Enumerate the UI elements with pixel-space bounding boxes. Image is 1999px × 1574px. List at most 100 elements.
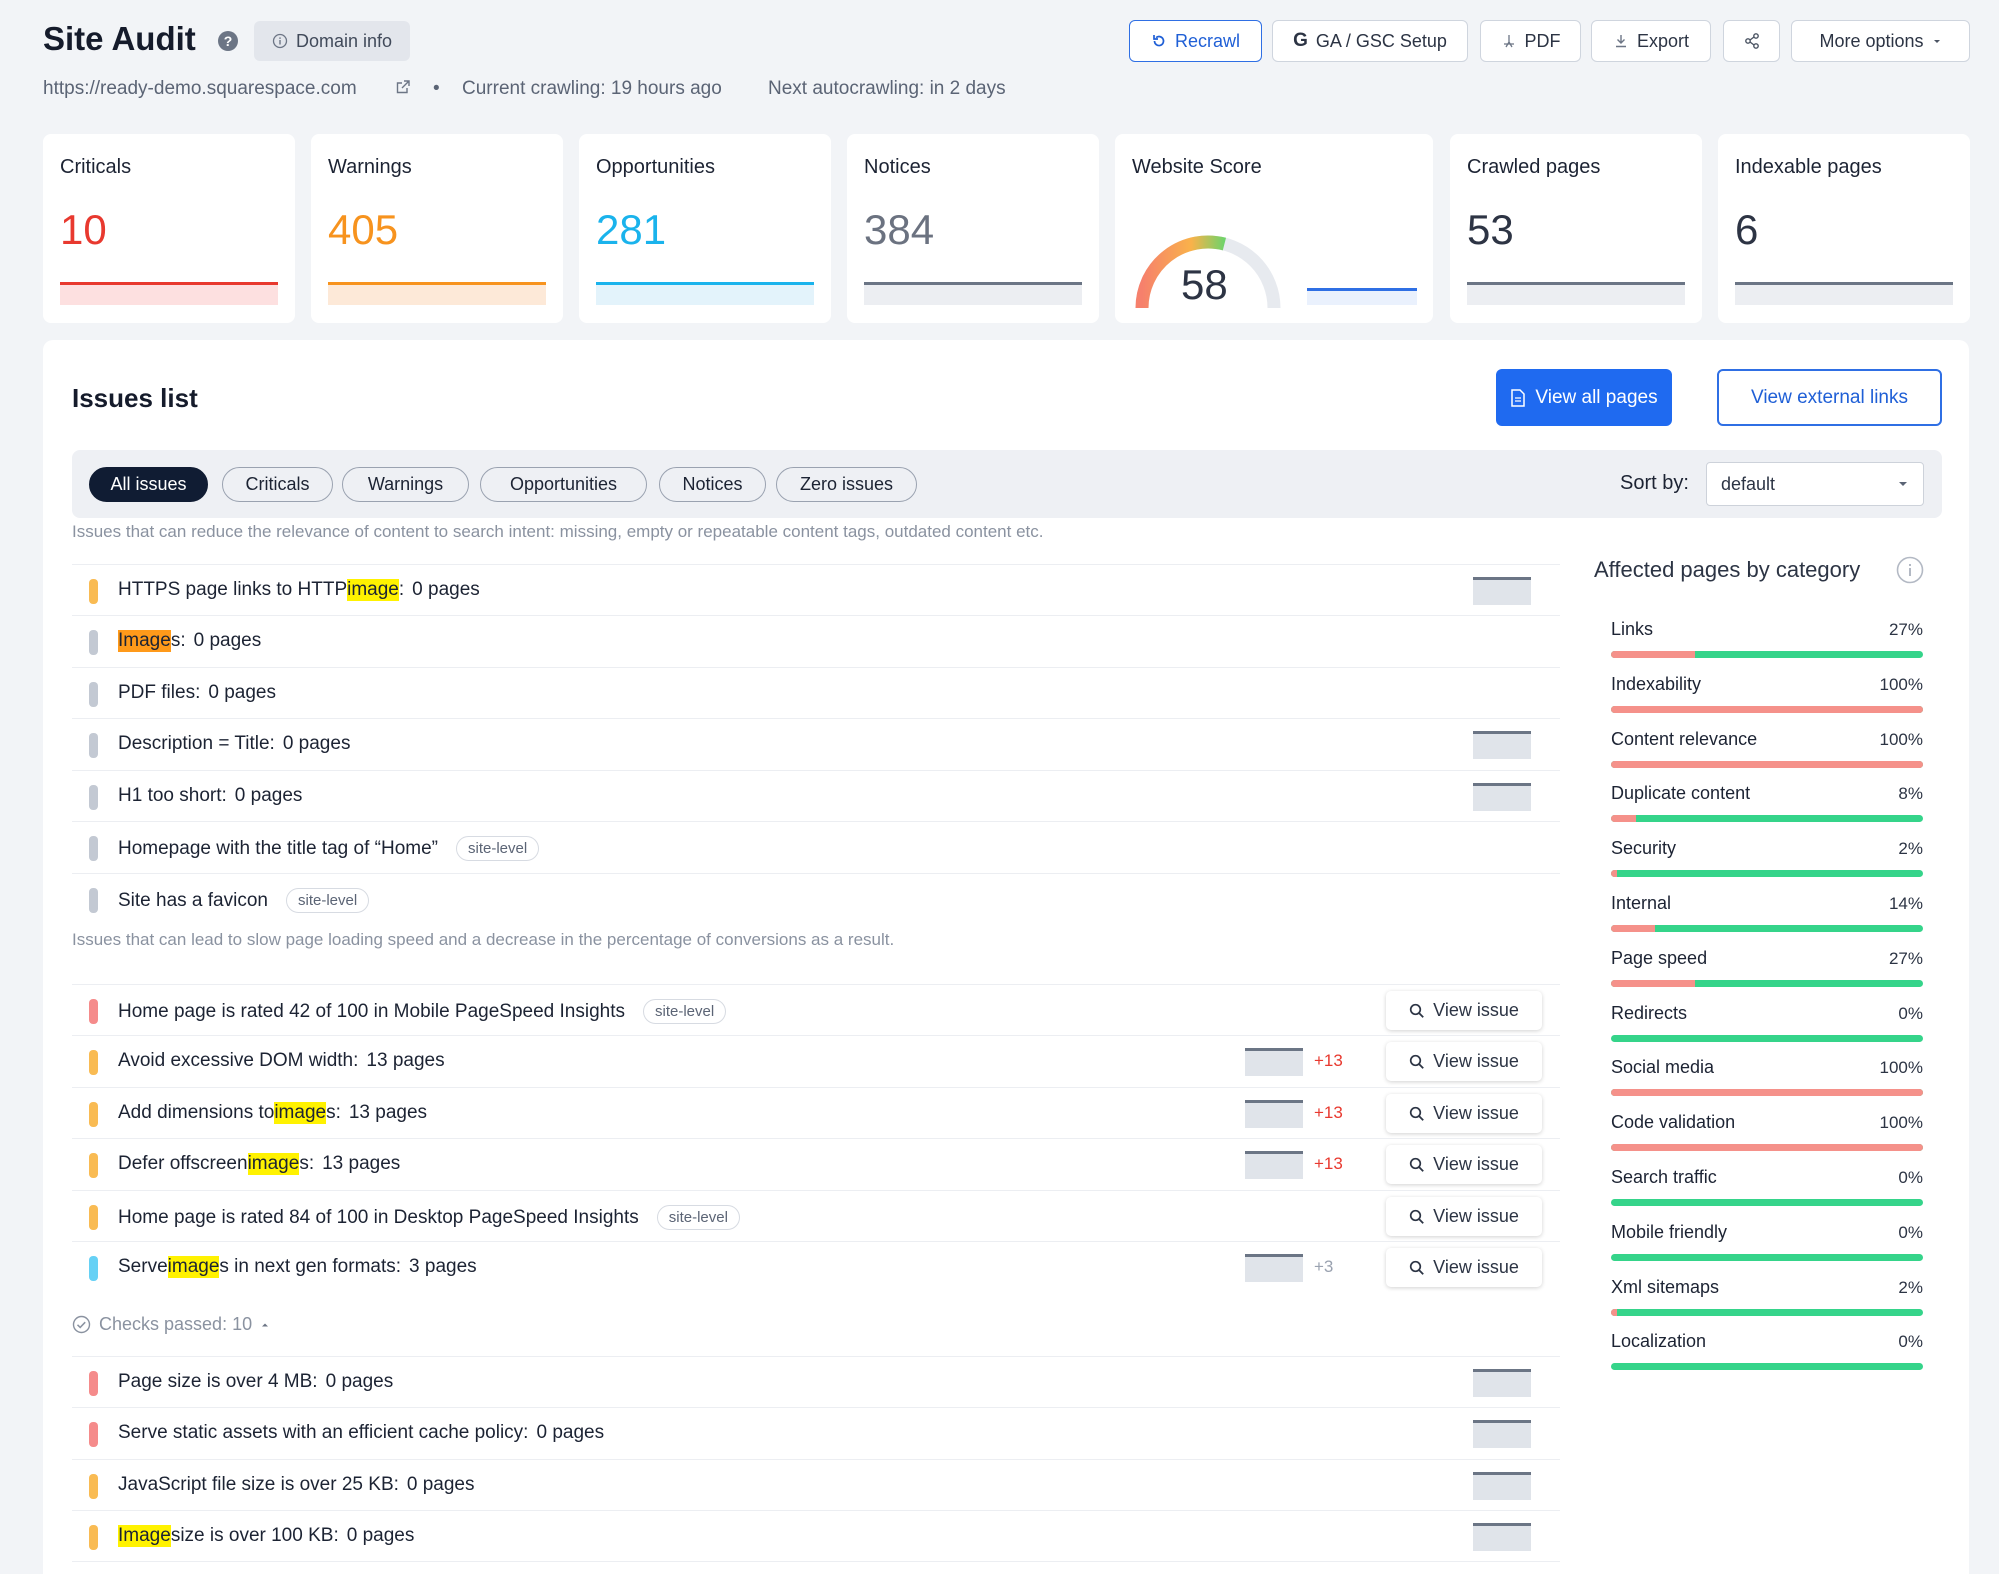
page-count: 0 pages — [325, 1371, 394, 1392]
search-icon — [1409, 1209, 1425, 1225]
issue-title: H1 too short: — [118, 785, 227, 806]
current-crawling: Current crawling: 19 hours ago — [462, 78, 722, 99]
view-external-links-button[interactable]: View external links — [1717, 369, 1942, 426]
issue-row[interactable]: Description = Title: 0 pages — [72, 718, 1560, 770]
category-links[interactable]: Links 27% — [1611, 619, 1923, 674]
filter-chip-all-issues[interactable]: All issues — [89, 467, 208, 502]
issue-title-suffix: s: — [326, 1102, 341, 1123]
category-security[interactable]: Security 2% — [1611, 838, 1923, 893]
category-content-relevance[interactable]: Content relevance 100% — [1611, 729, 1923, 784]
site-url-link[interactable]: https://ready-demo.squarespace.com — [43, 78, 357, 100]
category-label: Content relevance — [1611, 728, 1758, 749]
page-count: 0 pages — [406, 1474, 475, 1495]
issue-row[interactable]: Avoid excessive DOM width: 13 pages +13 Vie… — [72, 1035, 1560, 1087]
pdf-button[interactable]: PDF — [1480, 20, 1581, 62]
severity-indicator — [89, 682, 98, 707]
filter-chip-opportunities[interactable]: Opportunities — [480, 467, 647, 502]
category-internal[interactable]: Internal 14% — [1611, 893, 1923, 948]
sort-select[interactable]: default — [1706, 462, 1924, 506]
view-issue-button[interactable]: View issue — [1386, 1145, 1542, 1184]
issue-row[interactable]: Image size is over 100 KB: 0 pages — [72, 1510, 1560, 1562]
issue-row[interactable]: Site has a favicon site-level — [72, 873, 1560, 925]
issue-row[interactable]: JavaScript file size is over 25 KB: 0 pag… — [72, 1459, 1560, 1511]
category-page-speed[interactable]: Page speed 27% — [1611, 948, 1923, 1003]
issue-text: JavaScript file size is over 25 KB: 0 pag… — [118, 1474, 475, 1496]
trend-sparkline — [1473, 1369, 1531, 1397]
view-issue-button[interactable]: View issue — [1386, 991, 1542, 1030]
category-progress-bar — [1611, 651, 1923, 658]
stat-card-indexable-pages[interactable]: Indexable pages 6 — [1718, 134, 1970, 323]
issue-row[interactable]: PDF files: 0 pages — [72, 667, 1560, 719]
filter-chip-criticals[interactable]: Criticals — [222, 467, 333, 502]
view-issue-button[interactable]: View issue — [1386, 1197, 1542, 1236]
delta-count: +13 — [1314, 1103, 1343, 1122]
category-search-traffic[interactable]: Search traffic 0% — [1611, 1167, 1923, 1222]
stat-card-opportunities[interactable]: Opportunities 281 — [579, 134, 831, 323]
category-mobile-friendly[interactable]: Mobile friendly 0% — [1611, 1222, 1923, 1277]
stat-value: 10 — [60, 206, 107, 253]
ga-gsc-setup-button[interactable]: G GA / GSC Setup — [1272, 20, 1468, 62]
view-issue-button[interactable]: View issue — [1386, 1042, 1542, 1081]
severity-indicator — [89, 785, 98, 810]
filter-chip-warnings[interactable]: Warnings — [342, 467, 469, 502]
issue-row[interactable]: Defer offscreen image s: 13 pages +13 View i… — [72, 1138, 1560, 1190]
page-count: 13 pages — [322, 1153, 401, 1174]
issue-row[interactable]: Page size is over 4 MB: 0 pages — [72, 1356, 1560, 1408]
issue-row[interactable]: Serve image s in next gen formats: 3 pages… — [72, 1241, 1560, 1293]
issue-row[interactable]: Homepage with the title tag of “Home” sit… — [72, 821, 1560, 873]
issue-row[interactable]: Add dimensions to image s: 13 pages +13 View… — [72, 1087, 1560, 1139]
issue-row[interactable]: Serve static assets with an efficient ca… — [72, 1407, 1560, 1459]
filter-chip-notices[interactable]: Notices — [659, 467, 766, 502]
stat-card-criticals[interactable]: Criticals 10 — [43, 134, 295, 323]
category-percent: 0% — [1898, 1003, 1923, 1023]
issue-title: Site has a favicon — [118, 889, 268, 911]
external-link-icon[interactable] — [395, 79, 411, 95]
domain-info-button[interactable]: Domain info — [254, 21, 411, 61]
category-affected-fill — [1611, 925, 1655, 932]
info-icon[interactable] — [1896, 556, 1924, 584]
issue-text: H1 too short: 0 pages — [118, 785, 302, 807]
checks-passed-toggle[interactable]: Checks passed: 10 — [72, 1314, 270, 1335]
stat-label: Notices — [864, 156, 931, 178]
stat-card-notices[interactable]: Notices 384 — [847, 134, 1099, 323]
stat-card-website-score[interactable]: Website Score 58 — [1115, 134, 1433, 323]
issue-row[interactable]: H1 too short: 0 pages — [72, 770, 1560, 822]
category-redirects[interactable]: Redirects 0% — [1611, 1003, 1923, 1058]
category-label: Links — [1611, 619, 1654, 639]
recrawl-button[interactable]: Recrawl — [1129, 20, 1262, 62]
trend-sparkline — [1245, 1254, 1303, 1282]
filter-chip-zero-issues[interactable]: Zero issues — [776, 467, 917, 502]
issue-title-suffix: s: — [170, 630, 186, 651]
severity-indicator — [89, 579, 98, 604]
issue-row[interactable]: Home page is rated 42 of 100 in Mobile P… — [72, 984, 1560, 1036]
download-icon — [1613, 33, 1629, 49]
stat-trend-fill — [1467, 285, 1685, 305]
category-description: Issues that can lead to slow page loadin… — [72, 930, 895, 949]
category-code-validation[interactable]: Code validation 100% — [1611, 1112, 1923, 1167]
issue-title-suffix: s: — [299, 1153, 315, 1174]
view-issue-button[interactable]: View issue — [1386, 1248, 1542, 1287]
category-xml-sitemaps[interactable]: Xml sitemaps 2% — [1611, 1277, 1923, 1332]
category-social-media[interactable]: Social media 100% — [1611, 1057, 1923, 1112]
view-issue-button[interactable]: View issue — [1386, 1094, 1542, 1133]
issue-row[interactable]: Image s: 0 pages — [72, 615, 1560, 667]
category-duplicate-content[interactable]: Duplicate content 8% — [1611, 783, 1923, 838]
issue-title: Page size is over 4 MB: — [118, 1371, 318, 1392]
category-progress-bar — [1611, 815, 1923, 823]
help-icon[interactable]: ? — [218, 31, 238, 51]
trend-sparkline — [1473, 731, 1531, 759]
issue-row[interactable]: Home page is rated 84 of 100 in Desktop … — [72, 1190, 1560, 1242]
page-count: 13 pages — [348, 1102, 428, 1123]
issue-text: Image s: 0 pages — [118, 630, 261, 652]
category-label: Search traffic — [1611, 1167, 1717, 1187]
stat-card-crawled-pages[interactable]: Crawled pages 53 — [1450, 134, 1702, 323]
view-all-pages-button[interactable]: View all pages — [1496, 369, 1672, 426]
share-button[interactable] — [1723, 20, 1780, 62]
category-indexability[interactable]: Indexability 100% — [1611, 674, 1923, 729]
category-localization[interactable]: Localization 0% — [1611, 1331, 1923, 1386]
export-button[interactable]: Export — [1591, 20, 1711, 62]
stat-card-warnings[interactable]: Warnings 405 — [311, 134, 563, 323]
category-affected-fill — [1611, 979, 1696, 987]
issue-row[interactable]: HTTPS page links to HTTP image:0 pages — [72, 564, 1560, 616]
more-options-button[interactable]: More options — [1791, 20, 1970, 62]
